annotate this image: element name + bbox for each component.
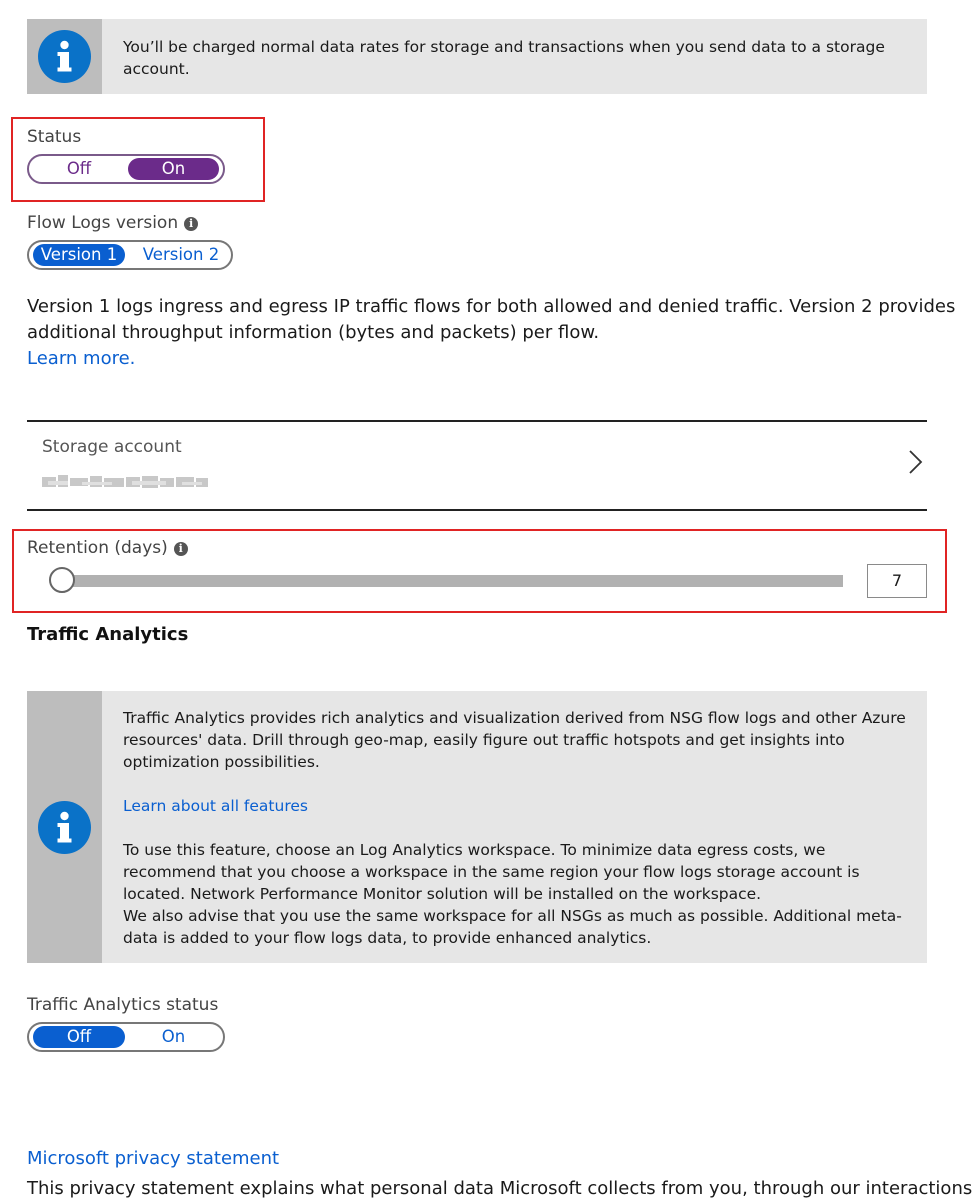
storage-top-divider [27, 420, 927, 422]
flow-logs-description-line1: Version 1 logs ingress and egress IP tra… [27, 296, 956, 317]
status-on-option[interactable]: On [128, 158, 219, 180]
traffic-off-option[interactable]: Off [33, 1026, 125, 1048]
flow-logs-description-line2: additional throughput information (bytes… [27, 322, 600, 343]
retention-label: Retention (days) i [27, 538, 188, 558]
status-toggle[interactable]: Off On [27, 154, 225, 184]
retention-slider-thumb[interactable] [49, 567, 75, 593]
flow-logs-description: Version 1 logs ingress and egress IP tra… [27, 294, 956, 372]
traffic-analytics-status-toggle[interactable]: Off On [27, 1022, 225, 1052]
traffic-analytics-info: Traffic Analytics provides rich analytic… [27, 691, 927, 963]
privacy-statement-text: This privacy statement explains what per… [27, 1178, 973, 1199]
traffic-on-option[interactable]: On [128, 1026, 219, 1048]
flow-logs-version-text: Flow Logs version [27, 213, 179, 233]
info-circle-icon [38, 30, 91, 83]
chevron-right-icon[interactable] [906, 449, 924, 475]
retention-days-input[interactable]: 7 [867, 564, 927, 598]
storage-bottom-divider [27, 509, 927, 511]
version-1-option[interactable]: Version 1 [33, 244, 125, 266]
status-off-option[interactable]: Off [33, 158, 125, 180]
info-circle-icon [38, 801, 91, 854]
learn-more-link[interactable]: Learn more. [27, 346, 947, 372]
traffic-info-para2b: We also advise that you use the same wor… [123, 907, 902, 947]
small-info-icon[interactable]: i [184, 217, 199, 231]
flow-logs-version-toggle[interactable]: Version 1 Version 2 [27, 240, 233, 270]
storage-account-label: Storage account [42, 437, 182, 457]
version-2-option[interactable]: Version 2 [133, 244, 229, 266]
retention-slider-track[interactable] [64, 575, 843, 587]
storage-notice-text: You’ll be charged normal data rates for … [123, 38, 885, 78]
retention-label-text: Retention (days) [27, 538, 168, 558]
privacy-statement-link[interactable]: Microsoft privacy statement [27, 1146, 279, 1172]
traffic-info-para2a: To use this feature, choose an Log Analy… [123, 841, 860, 903]
traffic-analytics-status-label: Traffic Analytics status [27, 995, 219, 1015]
status-label: Status [27, 127, 82, 147]
storage-account-value-redacted [42, 475, 208, 488]
storage-charge-notice: You’ll be charged normal data rates for … [27, 19, 927, 94]
traffic-analytics-heading: Traffic Analytics [27, 624, 189, 645]
flow-logs-version-label: Flow Logs version i [27, 213, 199, 233]
traffic-info-para1: Traffic Analytics provides rich analytic… [123, 709, 906, 771]
small-info-icon[interactable]: i [173, 542, 188, 556]
learn-about-features-link[interactable]: Learn about all features [123, 795, 913, 817]
